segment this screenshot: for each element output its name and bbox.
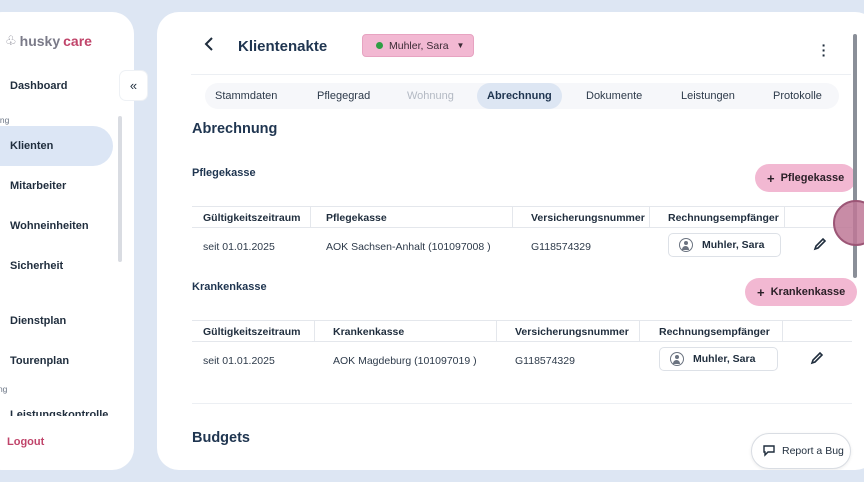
sidebar-section-verwaltung: waltung (0, 115, 10, 125)
brand-name-part1: husky (19, 33, 61, 49)
cell-kasse: AOK Sachsen-Anhalt (101097008 ) (326, 241, 491, 253)
edit-pencil-icon[interactable] (810, 351, 824, 368)
recipient-name: Muhler, Sara (693, 353, 756, 365)
double-chevron-left-icon: « (129, 78, 138, 93)
sidebar-section-erfassung: assung (0, 384, 8, 394)
collapse-sidebar-button[interactable]: « (120, 71, 147, 100)
column-header: Pflegekasse (326, 212, 387, 224)
pflegekasse-heading: Pflegekasse (192, 167, 256, 179)
cell-period: seit 01.01.2025 (203, 241, 275, 253)
column-header: Rechnungsempfänger (668, 212, 779, 224)
more-options-icon[interactable]: · · · (821, 38, 827, 62)
sidebar-item-mitarbeiter[interactable]: Mitarbeiter (10, 180, 66, 192)
column-separator (512, 207, 513, 228)
table-header: Gültigkeitszeitraum Pflegekasse Versiche… (192, 206, 852, 228)
column-separator (782, 321, 783, 342)
tab-leistungen[interactable]: Leistungen (671, 83, 745, 109)
add-krankenkasse-button[interactable]: + Krankenkasse (745, 278, 858, 306)
cell-kasse: AOK Magdeburg (101097019 ) (333, 355, 477, 367)
column-separator (639, 321, 640, 342)
sidebar: ♧ huskycare Dashboard waltung Klienten M… (0, 12, 134, 470)
sidebar-item-klienten[interactable]: Klienten (10, 140, 53, 152)
bug-report-icon (762, 443, 776, 460)
header-divider (191, 74, 851, 75)
recipient-chip[interactable]: Muhler, Sara (659, 347, 778, 371)
column-separator (784, 207, 785, 228)
report-bug-button[interactable]: Report a Bug (751, 433, 851, 469)
column-header: Gültigkeitszeitraum (203, 326, 301, 338)
brand-logo[interactable]: ♧ husky care (5, 33, 92, 49)
cell-number: G118574329 (531, 241, 591, 253)
status-dot-icon (376, 42, 383, 49)
sidebar-scrollbar[interactable] (118, 116, 122, 262)
sidebar-item-wohneinheiten[interactable]: Wohneinheiten (10, 220, 89, 232)
column-header: Rechnungsempfänger (659, 326, 770, 338)
column-separator (310, 207, 311, 228)
sidebar-item-dashboard[interactable]: Dashboard (10, 80, 67, 92)
main-panel: Klientenakte Muhler, Sara ▼ · · · Stammdat… (157, 12, 864, 470)
logout-button[interactable]: Logout (7, 436, 44, 448)
column-header: Krankenkasse (333, 326, 405, 338)
recipient-name: Muhler, Sara (702, 239, 765, 251)
column-header: Versicherungsnummer (531, 212, 645, 224)
client-name: Muhler, Sara (389, 39, 449, 52)
page-title: Klientenakte (238, 38, 328, 55)
column-header: Gültigkeitszeitraum (203, 212, 301, 224)
sidebar-item-sicherheit[interactable]: Sicherheit (10, 260, 63, 272)
back-arrow-icon[interactable] (203, 36, 215, 57)
client-selector[interactable]: Muhler, Sara ▼ (362, 34, 474, 57)
caret-down-icon: ▼ (456, 41, 465, 50)
column-separator (314, 321, 315, 342)
tab-protokolle[interactable]: Protokolle (763, 83, 832, 109)
tab-wohnung: Wohnung (407, 90, 454, 102)
user-icon (679, 238, 693, 252)
table-header: Gültigkeitszeitraum Krankenkasse Versich… (192, 320, 852, 342)
section-title-budgets: Budgets (192, 430, 250, 446)
add-pflegekasse-label: Pflegekasse (780, 172, 845, 184)
cell-period: seit 01.01.2025 (203, 355, 275, 367)
section-title-abrechnung: Abrechnung (192, 121, 278, 137)
sidebar-item-leistungskontrolle[interactable]: Leistungskontrolle (10, 409, 108, 416)
sidebar-item-dienstplan[interactable]: Dienstplan (10, 315, 66, 327)
brand-name-part2: care (63, 33, 92, 49)
tab-pflegegrad[interactable]: Pflegegrad (307, 83, 380, 109)
cell-number: G118574329 (515, 355, 575, 367)
recipient-chip[interactable]: Muhler, Sara (668, 233, 781, 257)
plus-icon: + (767, 170, 775, 186)
krankenkasse-heading: Krankenkasse (192, 281, 267, 293)
section-divider (192, 403, 852, 404)
plus-icon: + (757, 284, 765, 300)
edit-pencil-icon[interactable] (813, 237, 827, 254)
sidebar-item-tourenplan[interactable]: Tourenplan (10, 355, 69, 367)
tab-stammdaten[interactable]: Stammdaten (205, 83, 287, 109)
column-header: Versicherungsnummer (515, 326, 629, 338)
user-icon (670, 352, 684, 366)
add-pflegekasse-button[interactable]: + Pflegekasse (755, 164, 857, 192)
add-krankenkasse-label: Krankenkasse (770, 286, 846, 298)
column-separator (496, 321, 497, 342)
column-separator (649, 207, 650, 228)
tab-abrechnung[interactable]: Abrechnung (477, 83, 562, 109)
husky-logo-icon: ♧ (5, 33, 17, 48)
tab-dokumente[interactable]: Dokumente (576, 83, 652, 109)
report-bug-label: Report a Bug (782, 445, 844, 457)
